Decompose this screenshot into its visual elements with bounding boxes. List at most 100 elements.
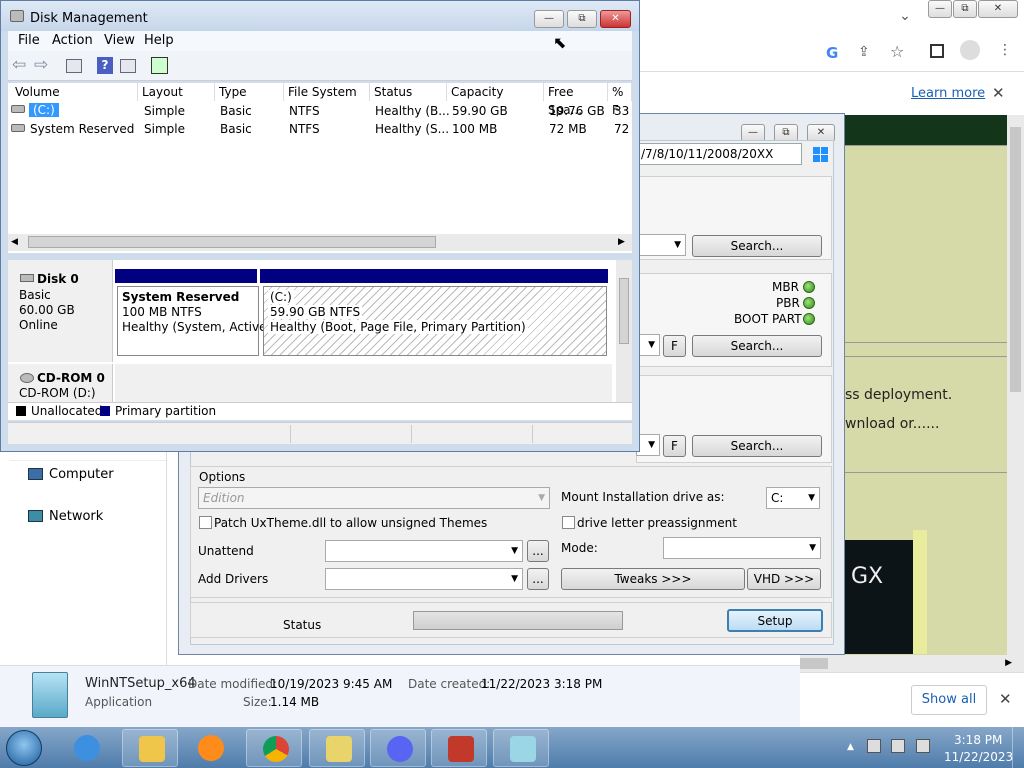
close-icon[interactable]: ✕: [992, 84, 1005, 102]
column-header[interactable]: Volume: [8, 83, 138, 101]
clock-date[interactable]: 11/22/2023: [944, 750, 1013, 764]
share-icon[interactable]: ⇪: [858, 44, 870, 60]
volume-name[interactable]: (C:): [29, 103, 59, 117]
drivers-browse-button[interactable]: ...: [527, 568, 549, 590]
partition-c[interactable]: (C:) 59.90 GB NTFS Healthy (Boot, Page F…: [263, 286, 607, 356]
clock-time[interactable]: 3:18 PM: [954, 733, 1002, 747]
close-button[interactable]: ✕: [978, 0, 1018, 18]
show-hidden-icons-icon[interactable]: ▲: [847, 742, 854, 752]
drive-letter-checkbox[interactable]: [562, 516, 575, 529]
taskbar-explorer[interactable]: [122, 729, 178, 767]
source-path-input[interactable]: /7/8/10/11/2008/20XX: [636, 143, 802, 165]
windows-logo-icon: [813, 147, 829, 163]
taskbar-toolbox[interactable]: [431, 729, 487, 767]
add-drivers-combo[interactable]: ▼: [325, 568, 523, 590]
vhd-button[interactable]: VHD >>>: [747, 568, 821, 590]
disk-management-icon: [10, 10, 24, 22]
scroll-left-icon[interactable]: ◀: [11, 234, 18, 251]
forward-arrow-icon[interactable]: ⇨: [34, 55, 48, 75]
action-center-icon[interactable]: [916, 739, 930, 753]
source-combo[interactable]: ▼: [636, 234, 686, 256]
properties-icon[interactable]: [120, 59, 136, 73]
scroll-thumb[interactable]: [1010, 127, 1021, 392]
learn-more-link[interactable]: Learn more: [911, 86, 985, 101]
menu-help[interactable]: Help: [144, 33, 174, 48]
nav-item-network[interactable]: Network: [49, 509, 103, 524]
menu-action[interactable]: Action: [52, 33, 93, 48]
taskbar-chrome[interactable]: [246, 729, 302, 767]
volume-name[interactable]: System Reserved: [30, 122, 134, 136]
restore-button[interactable]: ⧉: [953, 0, 977, 18]
scroll-thumb[interactable]: [800, 658, 828, 669]
format-button[interactable]: F: [663, 435, 686, 457]
taskbar-winntsetup[interactable]: [493, 729, 549, 767]
disk0-label-box[interactable]: Disk 0 Basic 60.00 GB Online: [8, 260, 113, 362]
format-button[interactable]: F: [663, 335, 686, 357]
scroll-thumb[interactable]: [28, 236, 436, 248]
vertical-scrollbar[interactable]: [1007, 115, 1024, 655]
back-arrow-icon[interactable]: ⇦: [12, 55, 26, 75]
google-icon[interactable]: G: [826, 44, 838, 62]
more-menu-icon[interactable]: ⋮: [998, 42, 1012, 58]
chevron-down-icon[interactable]: ⌄: [895, 6, 915, 26]
menu-view[interactable]: View: [104, 33, 135, 48]
rescan-disks-icon[interactable]: [151, 57, 168, 74]
show-hide-tree-icon[interactable]: [66, 59, 82, 73]
mount-drive-combo[interactable]: C: ▼: [766, 487, 820, 509]
close-icon[interactable]: ✕: [999, 690, 1012, 708]
horizontal-scrollbar[interactable]: ▶: [800, 655, 1024, 672]
column-header[interactable]: File System: [284, 83, 370, 101]
restore-button[interactable]: ⧉: [567, 10, 597, 28]
search-button[interactable]: Search...: [692, 235, 822, 257]
taskbar-setup[interactable]: [309, 729, 365, 767]
show-desktop-button[interactable]: [1012, 727, 1024, 768]
search-button[interactable]: Search...: [692, 335, 822, 357]
cdrom-name: CD-ROM 0: [37, 371, 105, 385]
horizontal-scrollbar[interactable]: ◀ ▶: [8, 234, 632, 251]
help-icon[interactable]: ?: [97, 57, 113, 74]
bookmark-star-icon[interactable]: ☆: [890, 42, 904, 61]
cdrom-label-box[interactable]: CD-ROM 0 CD-ROM (D:): [8, 364, 113, 402]
pct-cell: 33: [614, 104, 630, 118]
network-tray-icon[interactable]: [867, 739, 881, 753]
edition-combo[interactable]: Edition ▼: [198, 487, 550, 509]
scroll-right-icon[interactable]: ▶: [1005, 655, 1012, 672]
cdrom-area: [115, 364, 612, 402]
minimize-button[interactable]: —: [534, 10, 564, 28]
partition-system-reserved[interactable]: System Reserved 100 MB NTFS Healthy (Sys…: [117, 286, 270, 356]
vertical-scrollbar[interactable]: [616, 260, 632, 402]
show-all-button[interactable]: Show all: [911, 685, 987, 715]
column-header[interactable]: Capacity: [447, 83, 544, 101]
unattend-browse-button[interactable]: ...: [527, 540, 549, 562]
web-frame: [913, 530, 927, 654]
capacity-cell: 59.90 GB: [452, 104, 508, 118]
start-button[interactable]: [6, 730, 42, 766]
taskbar-media-player[interactable]: [182, 729, 238, 767]
minimize-button[interactable]: —: [928, 0, 952, 18]
profile-avatar-icon[interactable]: [960, 40, 980, 60]
taskbar-discord[interactable]: [370, 729, 426, 767]
column-header[interactable]: Status: [370, 83, 447, 101]
close-button[interactable]: ✕: [600, 10, 631, 28]
nav-item-computer[interactable]: Computer: [49, 467, 114, 482]
column-header[interactable]: % F: [608, 83, 632, 117]
menu-file[interactable]: File: [18, 33, 40, 48]
mount-label: Mount Installation drive as:: [561, 490, 725, 504]
tweaks-button[interactable]: Tweaks >>>: [561, 568, 745, 590]
patch-uxtheme-checkbox[interactable]: [199, 516, 212, 529]
mode-combo[interactable]: ▼: [663, 537, 821, 559]
status-cell: Healthy (B...: [375, 104, 450, 118]
search-button[interactable]: Search...: [692, 435, 822, 457]
scroll-right-icon[interactable]: ▶: [618, 234, 625, 251]
column-header[interactable]: Free Spa...: [544, 83, 608, 117]
scroll-thumb[interactable]: [619, 278, 629, 344]
volume-tray-icon[interactable]: [891, 739, 905, 753]
column-header[interactable]: Type: [215, 83, 284, 101]
setup-button[interactable]: Setup: [727, 609, 823, 632]
side-panel-icon[interactable]: [930, 44, 944, 58]
taskbar-ie[interactable]: [62, 729, 118, 767]
layout-cell: Simple: [144, 104, 185, 118]
column-header[interactable]: Layout: [138, 83, 215, 101]
unattend-combo[interactable]: ▼: [325, 540, 523, 562]
web-text: wnload or......: [845, 416, 940, 432]
